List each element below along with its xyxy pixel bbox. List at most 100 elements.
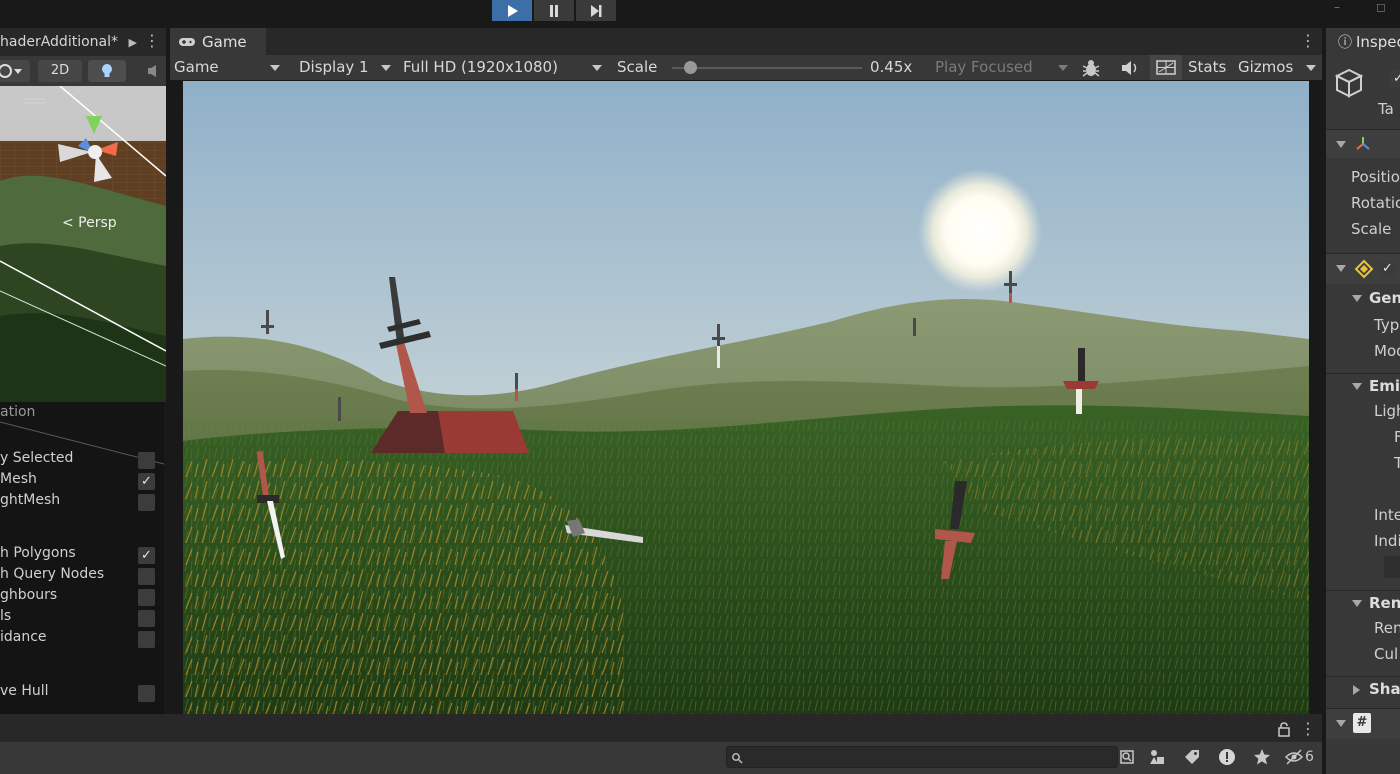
step-button[interactable] <box>576 0 616 21</box>
collapse-icon <box>1352 383 1362 390</box>
field-label: Typ <box>1374 316 1400 334</box>
scene-viewport[interactable]: < Persp <box>0 86 166 402</box>
filter-by-type-button[interactable] <box>1146 746 1168 768</box>
alert-icon <box>1219 749 1235 765</box>
resolution-dropdown[interactable]: Full HD (1920x1080) <box>403 58 603 76</box>
scene-lighting-toggle[interactable] <box>88 60 126 82</box>
section-label: Shad <box>1369 680 1400 698</box>
rendering-section[interactable]: Rend <box>1326 591 1400 617</box>
scene-tabbar: haderAdditional* ▶ ⋮ <box>0 28 166 56</box>
gizmos-dropdown-icon[interactable] <box>1306 65 1316 71</box>
filter-by-label-button[interactable] <box>1181 746 1203 768</box>
overlay-row-checkbox[interactable] <box>138 610 155 627</box>
field-label: F <box>1394 428 1400 446</box>
step-icon <box>591 4 602 17</box>
search-input[interactable] <box>726 746 1118 768</box>
bug-toggle[interactable] <box>1080 57 1102 79</box>
search-by-type-button[interactable] <box>1116 746 1138 768</box>
eye-slash-icon <box>1284 749 1304 765</box>
shadows-section[interactable]: Shad <box>1326 677 1400 703</box>
mute-audio-toggle[interactable] <box>1118 57 1142 79</box>
overlay-row-checkbox[interactable]: ✓ <box>138 547 155 564</box>
collapse-icon <box>1352 600 1362 607</box>
scale-value: 0.45x <box>870 58 913 76</box>
overlay-row-checkbox[interactable] <box>138 494 155 511</box>
overlay-row-label: h Polygons <box>0 545 76 561</box>
chevron-down-icon <box>592 65 602 71</box>
scene-tools: 2D <box>0 56 166 86</box>
minimize-icon[interactable]: – <box>1334 0 1340 14</box>
play-button[interactable] <box>492 0 532 21</box>
restore-icon[interactable]: ◻ <box>1376 0 1386 14</box>
light-header[interactable]: ✓ <box>1326 254 1400 284</box>
resolution-value: Full HD (1920x1080) <box>403 58 558 76</box>
overlay-row-checkbox[interactable] <box>138 685 155 702</box>
bottom-toolbar: 6 <box>0 742 1322 774</box>
view-mode-dropdown[interactable]: Game <box>174 58 284 76</box>
gameobject-cube-icon[interactable] <box>1332 66 1366 100</box>
shading-mode-dropdown[interactable] <box>0 60 30 82</box>
scale-slider-track[interactable] <box>672 67 862 69</box>
value-field[interactable] <box>1384 556 1400 578</box>
aspect-toggle[interactable] <box>1150 55 1182 80</box>
overlay-row-label: ghbours <box>0 587 58 603</box>
favorites-button[interactable] <box>1251 746 1273 768</box>
scene-more-icon[interactable]: ⋮ <box>144 33 160 49</box>
section-label: Emis <box>1369 377 1400 395</box>
game-tab[interactable]: Game <box>170 28 266 55</box>
inspector-tab-label: Inspec <box>1356 33 1400 51</box>
scene-render: < Persp <box>0 86 166 402</box>
light-component-icon <box>1354 259 1374 279</box>
shapes-icon <box>1150 750 1164 764</box>
gizmos-button[interactable]: Gizmos <box>1238 58 1293 76</box>
toggle-2d-button[interactable]: 2D <box>38 60 82 82</box>
active-checkbox[interactable]: ✓ <box>1390 70 1400 87</box>
script-header[interactable]: # <box>1326 709 1400 739</box>
play-mode-dropdown[interactable]: Play Focused <box>935 58 1070 76</box>
info-icon: ⓘ <box>1338 35 1352 51</box>
play-mode-value: Play Focused <box>935 58 1033 76</box>
scale-label: Scale <box>617 58 658 76</box>
tab-scroll-right-icon[interactable]: ▶ <box>128 36 136 49</box>
section-label: Gene <box>1369 289 1400 307</box>
overlay-row-checkbox[interactable] <box>138 631 155 648</box>
main-toolbar: – ◻ <box>0 0 1400 22</box>
game-viewport[interactable] <box>183 81 1309 714</box>
bottom-more-icon[interactable]: ⋮ <box>1300 721 1316 737</box>
tag-label: Ta <box>1378 100 1394 118</box>
pause-button[interactable] <box>534 0 574 21</box>
stats-button[interactable]: Stats <box>1188 58 1226 76</box>
overlay-row-label: y Selected <box>0 450 74 466</box>
search-icon <box>732 753 743 764</box>
star-icon <box>1254 749 1270 765</box>
transform-header[interactable] <box>1326 130 1400 158</box>
field-label: Indi <box>1374 532 1400 550</box>
emission-section[interactable]: Emis <box>1326 374 1400 400</box>
lock-icon[interactable] <box>1277 721 1291 737</box>
transform-field-label: Positio <box>1351 168 1400 186</box>
persp-label[interactable]: < Persp <box>62 215 117 231</box>
bug-icon <box>1082 60 1100 77</box>
scale-slider-thumb[interactable] <box>684 61 698 74</box>
light-enabled-checkbox[interactable]: ✓ <box>1379 260 1396 277</box>
overlay-row-label: h Query Nodes <box>0 566 105 582</box>
scene-tab-label: haderAdditional* <box>0 34 118 50</box>
scene-tab[interactable]: haderAdditional* ▶ <box>0 28 137 56</box>
overlay-row-label: ghtMesh <box>0 492 61 508</box>
display-dropdown[interactable]: Display 1 <box>299 58 392 76</box>
hidden-packages-toggle[interactable]: 6 <box>1284 746 1318 768</box>
general-section[interactable]: Gene <box>1326 286 1400 312</box>
overlay-row-checkbox[interactable] <box>138 589 155 606</box>
overlay-row-checkbox[interactable] <box>138 568 155 585</box>
collapse-icon <box>1336 720 1346 727</box>
inspector-tab[interactable]: ⓘ Inspec <box>1326 28 1400 56</box>
overlay-row-checkbox[interactable]: ✓ <box>138 473 155 490</box>
script-icon: # <box>1353 713 1371 733</box>
overlay-row-checkbox[interactable] <box>138 452 155 469</box>
audio-toggle[interactable] <box>140 60 166 82</box>
hidden-count: 6 <box>1305 749 1314 765</box>
filter-by-issue-button[interactable] <box>1216 746 1238 768</box>
chevron-down-icon <box>270 65 280 71</box>
game-more-icon[interactable]: ⋮ <box>1300 33 1316 49</box>
collapse-icon <box>1336 265 1346 272</box>
